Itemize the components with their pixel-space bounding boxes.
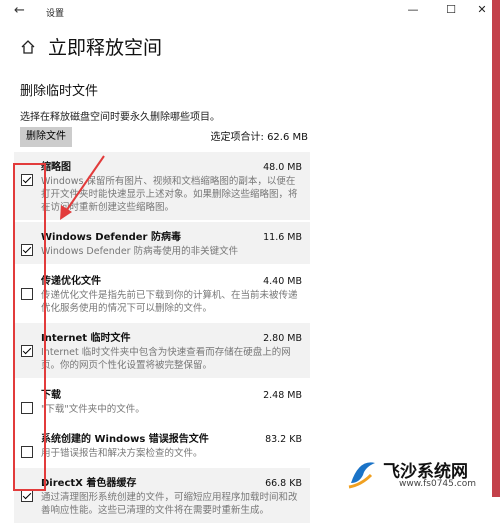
temp-files-list: 缩略图 48.0 MB Windows 保留所有图片、视频和文档缩略图的副本，以便在… <box>14 152 310 525</box>
watermark: 飞沙系统网 www.fs0745.com <box>345 457 495 493</box>
list-item[interactable]: 缩略图 48.0 MB Windows 保留所有图片、视频和文档缩略图的副本，以便在… <box>14 152 310 220</box>
annotation-box <box>13 163 46 491</box>
background-window-edge <box>492 0 500 497</box>
close-button[interactable]: ✕ <box>472 3 492 16</box>
item-size: 4.40 MB <box>263 276 302 287</box>
item-size: 11.6 MB <box>263 232 302 243</box>
maximize-button[interactable]: ☐ <box>441 3 461 16</box>
item-name: 系统创建的 Windows 错误报告文件 <box>41 434 209 445</box>
title-bar: ← 设置 — ☐ ✕ <box>0 0 500 24</box>
list-item[interactable]: Windows Defender 防病毒 11.6 MB Windows Defen… <box>14 222 310 264</box>
item-size: 66.8 KB <box>265 478 302 489</box>
checkbox-checked[interactable] <box>21 490 33 502</box>
section-title: 删除临时文件 <box>20 84 99 99</box>
item-description: "下载"文件夹中的文件。 <box>41 404 145 415</box>
item-description: 通过清理图形系统创建的文件，可缩短应用程序加载时间和改 <box>41 492 298 503</box>
item-size: 2.48 MB <box>263 390 302 401</box>
item-size: 48.0 MB <box>263 162 302 173</box>
item-description: Windows 保留所有图片、视频和文档缩略图的副本，以便在 <box>41 176 296 187</box>
item-description: 用于错误报告和解决方案检查的文件。 <box>41 448 203 459</box>
delete-files-button[interactable]: 删除文件 <box>20 127 72 147</box>
selected-total: 选定项合计: 62.6 MB <box>210 132 308 143</box>
item-name: Internet 临时文件 <box>41 333 131 344</box>
item-description: 优化服务使用的情况下可以删除的文件。 <box>41 303 213 314</box>
list-item[interactable]: DirectX 着色器缓存 66.8 KB 通过清理图形系统创建的文件，可缩短应用程… <box>14 468 310 523</box>
page-title: 立即释放空间 <box>48 37 163 59</box>
watermark-logo-icon <box>348 462 375 489</box>
window-title: 设置 <box>46 9 65 19</box>
list-item[interactable]: Internet 临时文件 2.80 MB Internet 临时文件夹中包含为快速… <box>14 323 310 378</box>
item-description: Internet 临时文件夹中包含为快速查看而存储在硬盘上的网 <box>41 347 291 358</box>
item-description: 善响应性能。这些已清理的文件将在需要时重新生成。 <box>41 505 270 516</box>
item-description: 页。你的网页个性化设置将被完整保留。 <box>41 360 213 371</box>
item-description: 在访问时重新创建这些缩略图。 <box>41 202 175 213</box>
back-arrow-icon[interactable]: ← <box>14 3 25 18</box>
item-description: Windows Defender 防病毒使用的非关键文件 <box>41 246 239 257</box>
item-size: 83.2 KB <box>265 434 302 445</box>
list-item[interactable]: 下载 2.48 MB "下载"文件夹中的文件。 <box>14 380 310 422</box>
item-size: 2.80 MB <box>263 333 302 344</box>
item-description: 传递优化文件是指先前已下载到你的计算机、在当前未被传递 <box>41 290 298 301</box>
item-name: 传递优化文件 <box>41 276 101 287</box>
list-item[interactable]: 传递优化文件 4.40 MB 传递优化文件是指先前已下载到你的计算机、在当前未被传递… <box>14 266 310 321</box>
watermark-url: www.fs0745.com <box>399 479 476 489</box>
list-item[interactable]: 系统创建的 Windows 错误报告文件 83.2 KB 用于错误报告和解决方案检查… <box>14 424 310 466</box>
minimize-button[interactable]: — <box>403 3 423 16</box>
item-description: 打开文件夹时能快速显示上述对象。如果删除这些缩略图，将 <box>41 189 298 200</box>
item-name: Windows Defender 防病毒 <box>41 232 181 243</box>
home-icon[interactable] <box>20 39 36 55</box>
section-description: 选择在释放磁盘空间时要永久删除哪些项目。 <box>20 112 220 123</box>
item-name: DirectX 着色器缓存 <box>41 478 137 489</box>
